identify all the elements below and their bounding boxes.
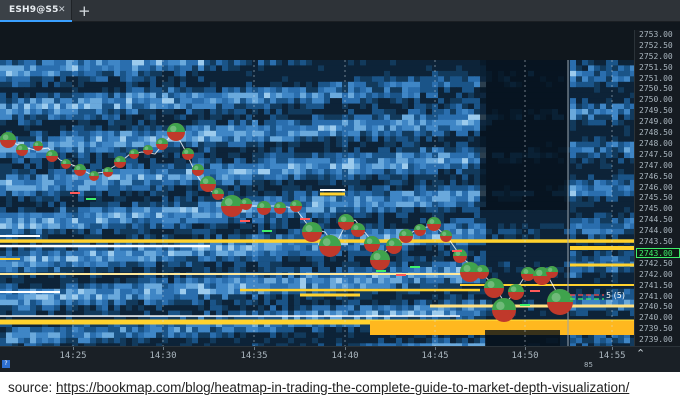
price-tick: 2742.00	[639, 269, 673, 279]
price-tick: 2740.50	[639, 302, 673, 312]
price-tick: 2745.50	[639, 193, 673, 203]
heatmap-area[interactable]: 5 (5)	[0, 30, 634, 346]
price-tick: 2743.00	[636, 247, 680, 258]
price-tick: 2739.50	[639, 324, 673, 334]
price-tick: 2751.50	[639, 62, 673, 72]
price-tick: 2752.50	[639, 40, 673, 50]
price-tick: 2748.50	[639, 128, 673, 138]
price-tick: 2746.00	[639, 182, 673, 192]
price-tick: 2748.00	[639, 138, 673, 148]
info-badge-icon[interactable]: ?	[2, 360, 10, 368]
tab-label: ESH9@S5	[9, 5, 59, 15]
price-tick: 2752.00	[639, 51, 673, 61]
bookmap-window: ESH9@S5 ✕ + 5 (5) 2753.00 2752.50 2752.00 2…	[0, 0, 680, 372]
price-tick: 2750.50	[639, 84, 673, 94]
source-link[interactable]: https://bookmap.com/blog/heatmap-in-trad…	[56, 380, 629, 395]
price-tick: 2745.00	[639, 204, 673, 214]
time-tick: 14:30	[143, 347, 183, 361]
price-tick: 2741.00	[639, 291, 673, 301]
price-tick: 2751.00	[639, 73, 673, 83]
price-tick: 2740.00	[639, 313, 673, 323]
price-axis[interactable]: 2753.00 2752.50 2752.00 2751.50 2751.00 2750.…	[634, 30, 680, 346]
time-axis-number: 85	[584, 361, 593, 369]
price-tick: 2741.50	[639, 280, 673, 290]
tab-bar: ESH9@S5 ✕ +	[0, 0, 680, 22]
time-tick: 14:40	[325, 347, 365, 361]
price-tick: 2742.50	[639, 258, 673, 268]
tab-instrument[interactable]: ESH9@S5 ✕	[0, 0, 72, 22]
price-tick: 2744.00	[639, 226, 673, 236]
price-tick: 2747.50	[639, 149, 673, 159]
price-tick: 2747.00	[639, 160, 673, 170]
tab-active-indicator	[0, 20, 72, 22]
price-tick: 2743.50	[639, 237, 673, 247]
price-tick: 2749.00	[639, 117, 673, 127]
time-tick: 14:45	[415, 347, 455, 361]
price-tick: 2753.00	[639, 30, 673, 39]
heatmap-canvas[interactable]: 5 (5)	[0, 60, 634, 346]
source-prefix: source:	[8, 380, 57, 395]
price-tick: 2750.00	[639, 95, 673, 105]
time-tick: 14:55	[592, 347, 632, 361]
price-tick: 2744.50	[639, 215, 673, 225]
chevron-up-icon[interactable]: ⌃	[636, 347, 645, 360]
time-tick: 14:50	[505, 347, 545, 361]
source-caption: source: https://bookmap.com/blog/heatmap…	[8, 380, 629, 395]
price-tick: 2739.00	[639, 335, 673, 345]
price-tick: 2749.50	[639, 106, 673, 116]
order-count-label: 5 (5)	[606, 291, 625, 300]
plus-icon[interactable]: +	[78, 2, 91, 20]
time-axis[interactable]: ? 85 ⌃ 14:25 14:30 14:35 14:40 14:45 14:50 14:…	[0, 346, 680, 372]
price-tick: 2746.50	[639, 171, 673, 181]
close-icon[interactable]: ✕	[58, 5, 66, 15]
time-tick: 14:35	[234, 347, 274, 361]
time-tick: 14:25	[53, 347, 93, 361]
